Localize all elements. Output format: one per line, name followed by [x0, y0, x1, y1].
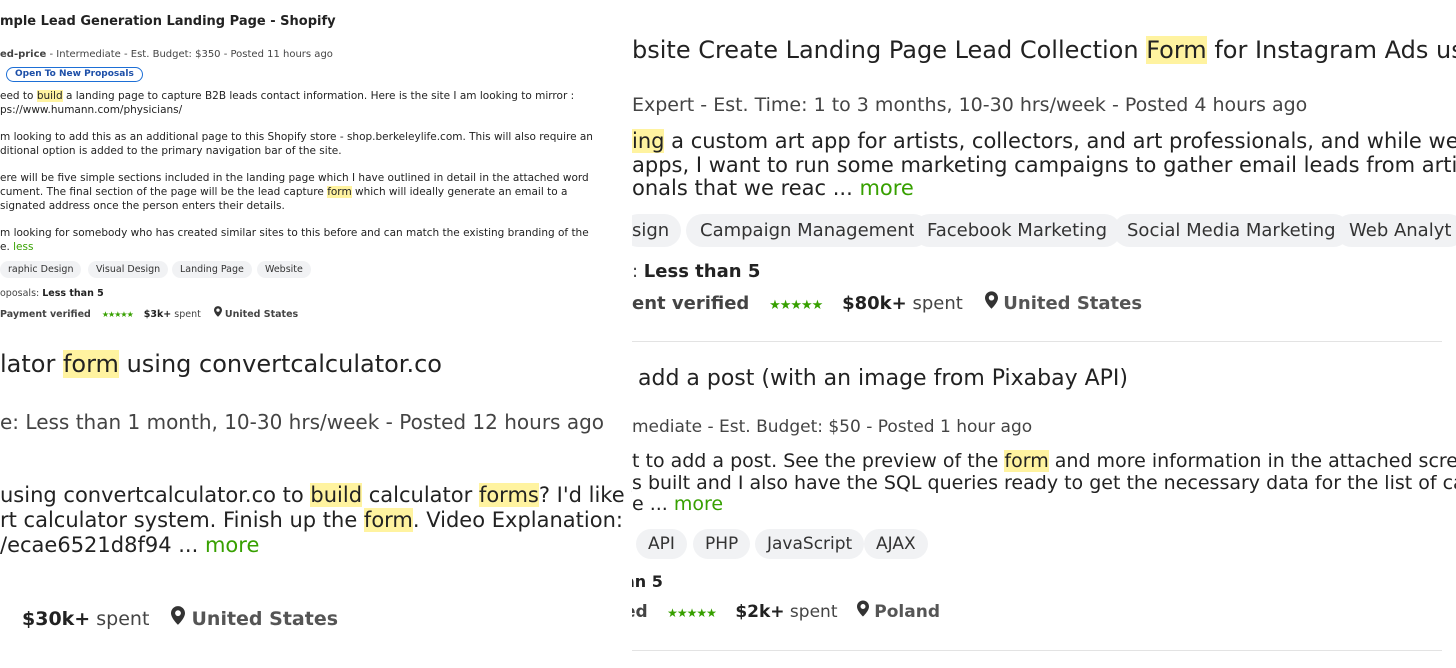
open-proposals-badge: Open To New Proposals — [6, 67, 143, 82]
skill-tag[interactable]: raphic Design — [0, 261, 82, 278]
client-location: United States — [1003, 293, 1143, 314]
client-info: ed ★★★★★ $2k+ spent Poland — [632, 600, 941, 622]
client-location: United States — [191, 608, 339, 630]
skill-tag[interactable]: Social Media Marketing — [1113, 214, 1350, 247]
job-description: using convertcalculator.co to build calc… — [0, 483, 632, 558]
job-card-lead-generation[interactable]: mple Lead Generation Landing Page - Shop… — [0, 0, 600, 330]
map-pin-icon — [984, 291, 998, 314]
less-link[interactable]: less — [13, 241, 33, 253]
job-description: ing a custom art app for artists, collec… — [632, 129, 1456, 200]
skill-tag[interactable]: Web Analyt — [1335, 214, 1456, 247]
skill-tag[interactable]: Website — [257, 261, 311, 278]
job-title[interactable]: mple Lead Generation Landing Page - Shop… — [0, 14, 336, 29]
job-card-instagram-landing[interactable]: bsite Create Landing Page Lead Collectio… — [632, 0, 1456, 342]
job-description: t to add a post. See the preview of the … — [632, 450, 1456, 515]
skill-tag[interactable]: PHP — [693, 529, 751, 559]
job-title[interactable]: bsite Create Landing Page Lead Collectio… — [632, 36, 1456, 64]
skill-tag[interactable]: Campaign Management — [686, 214, 930, 247]
skill-tag[interactable]: JavaScript — [755, 529, 865, 559]
star-rating-icon: ★★★★★ — [667, 606, 717, 620]
job-card-calculator-form[interactable]: lator form using convertcalculator.co e:… — [0, 330, 632, 668]
more-link[interactable]: more — [205, 533, 259, 557]
map-pin-icon — [856, 600, 869, 622]
job-meta: Expert - Est. Time: 1 to 3 months, 10-30… — [632, 94, 1308, 116]
star-rating-icon: ★★★★★ — [101, 310, 134, 319]
skill-tag[interactable]: Facebook Marketing — [913, 214, 1122, 247]
client-location: United States — [224, 309, 299, 320]
proposals-count: : Less than 5 — [632, 261, 761, 282]
job-meta: ed-price - Intermediate - Est. Budget: $… — [0, 49, 333, 60]
skill-tag[interactable]: sign — [632, 214, 682, 247]
client-location: Poland — [874, 602, 941, 622]
proposals-count: oposals: Less than 5 — [0, 288, 104, 299]
skill-tag[interactable]: Landing Page — [172, 261, 252, 278]
client-info: $30k+ spent United States — [22, 606, 339, 630]
job-description: eed to build a landing page to capture B… — [0, 90, 593, 253]
map-pin-icon — [171, 606, 186, 630]
job-title[interactable]: lator form using convertcalculator.co — [0, 350, 442, 378]
more-link[interactable]: more — [859, 176, 913, 200]
job-meta: mediate - Est. Budget: $50 - Posted 1 ho… — [632, 417, 1033, 437]
skill-tag[interactable]: Visual Design — [88, 261, 169, 278]
proposals-count: an 5 — [632, 572, 663, 591]
client-info: ent verified ★★★★★ $80k+ spent United St… — [632, 291, 1143, 314]
job-card-pixabay-post[interactable]: add a post (with an image from Pixabay A… — [632, 342, 1456, 668]
client-info: Payment verified ★★★★★ $3k+ spent United… — [0, 306, 298, 320]
job-meta: e: Less than 1 month, 10-30 hrs/week - P… — [0, 410, 605, 434]
job-title[interactable]: add a post (with an image from Pixabay A… — [638, 366, 1128, 391]
skill-tag[interactable]: API — [636, 529, 687, 559]
star-rating-icon: ★★★★★ — [769, 298, 823, 313]
card-divider — [632, 650, 1442, 651]
more-link[interactable]: more — [674, 493, 723, 515]
skill-tag[interactable]: AJAX — [864, 529, 928, 559]
map-pin-icon — [213, 306, 222, 320]
